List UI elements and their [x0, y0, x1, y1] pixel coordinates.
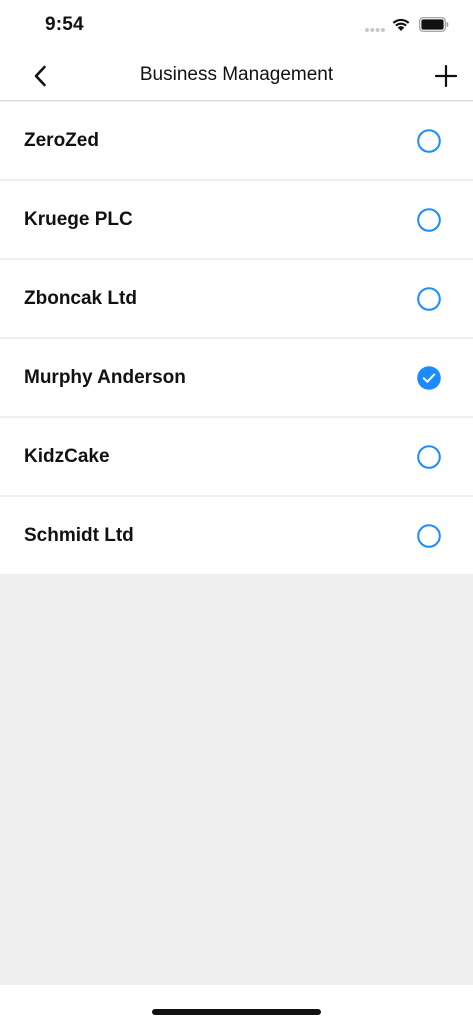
nav-bar: Business Management	[0, 52, 473, 101]
home-indicator[interactable]	[152, 1009, 321, 1015]
list-item[interactable]: KidzCake	[0, 418, 473, 495]
status-bar: 9:54	[0, 0, 473, 52]
business-name: Kruege PLC	[24, 209, 133, 230]
list-item[interactable]: Kruege PLC	[0, 181, 473, 258]
business-name: KidzCake	[24, 446, 110, 467]
list-item[interactable]: Murphy Anderson	[0, 339, 473, 416]
business-name: ZeroZed	[24, 130, 99, 151]
radio-checked-icon[interactable]	[417, 366, 441, 390]
radio-unchecked-icon[interactable]	[417, 287, 441, 311]
list-item[interactable]: Schmidt Ltd	[0, 497, 473, 574]
business-list: ZeroZed Kruege PLC Zboncak Ltd Murphy An…	[0, 102, 473, 574]
business-name: Zboncak Ltd	[24, 288, 137, 309]
page-title: Business Management	[139, 64, 334, 85]
screen: 9:54 Business Management ZeroZed Kruege …	[0, 0, 473, 1024]
radio-unchecked-icon[interactable]	[417, 445, 441, 469]
home-indicator-area	[0, 985, 473, 1024]
cellular-signal-icon	[365, 28, 385, 32]
wifi-icon	[392, 18, 410, 31]
radio-unchecked-icon[interactable]	[417, 129, 441, 153]
business-name: Murphy Anderson	[24, 367, 186, 388]
battery-icon	[419, 17, 449, 32]
add-button[interactable]	[434, 64, 458, 88]
radio-unchecked-icon[interactable]	[417, 524, 441, 548]
status-time: 9:54	[45, 14, 84, 35]
list-item[interactable]: Zboncak Ltd	[0, 260, 473, 337]
radio-unchecked-icon[interactable]	[417, 208, 441, 232]
list-item[interactable]: ZeroZed	[0, 102, 473, 179]
business-name: Schmidt Ltd	[24, 525, 134, 546]
plus-icon	[435, 65, 457, 87]
